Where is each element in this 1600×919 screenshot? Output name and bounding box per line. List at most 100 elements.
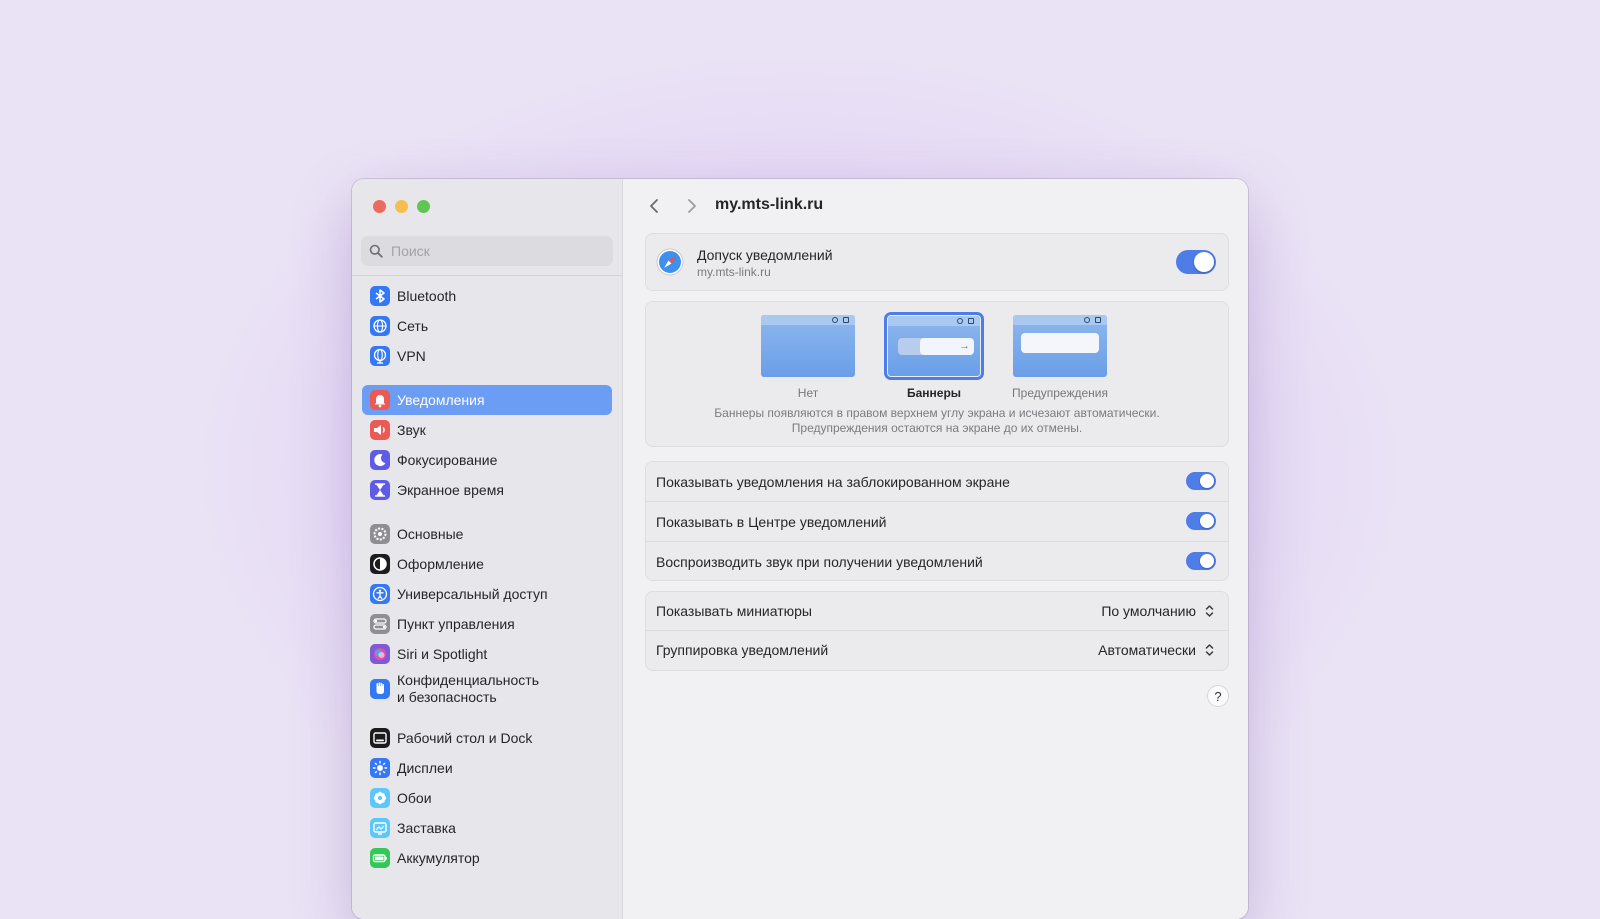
control-center-icon xyxy=(370,614,390,634)
sidebar-item[interactable]: Оформление xyxy=(362,549,612,579)
lock-screen-toggle[interactable] xyxy=(1186,472,1216,490)
style-option-alerts[interactable]: Предупреждения xyxy=(1010,312,1110,400)
sidebar-item[interactable]: Уведомления xyxy=(362,385,612,415)
toggle-label: Воспроизводить звук при получении уведом… xyxy=(656,553,983,570)
sidebar-item-label: VPN xyxy=(397,348,426,364)
play-sound-toggle[interactable] xyxy=(1186,552,1216,570)
globe-icon xyxy=(370,316,390,336)
sidebar-item[interactable]: Экранное время xyxy=(362,475,612,505)
sidebar-item[interactable]: VPN xyxy=(362,341,612,371)
alert-style-card: Нет → Баннеры Предупреждения Баннеры поя… xyxy=(645,301,1229,447)
style-label: Предупреждения xyxy=(1012,386,1108,400)
sidebar-item-label: Bluetooth xyxy=(397,288,457,304)
permission-card: Допуск уведомлений my.mts-link.ru xyxy=(645,233,1229,291)
siri-icon xyxy=(370,644,390,664)
hand-icon xyxy=(370,679,390,699)
screensaver-icon xyxy=(370,818,390,838)
sidebar-divider xyxy=(352,275,622,276)
select-label: Группировка уведомлений xyxy=(656,642,829,658)
grouping-select[interactable]: Автоматически xyxy=(1098,642,1216,658)
search-input[interactable] xyxy=(389,242,593,260)
sidebar-item[interactable]: Аккумулятор xyxy=(362,843,612,873)
toggle-row-lock-screen: Показывать уведомления на заблокированно… xyxy=(646,462,1228,502)
sidebar-item-label: Заставка xyxy=(397,820,456,836)
page-title: my.mts-link.ru xyxy=(715,196,824,213)
sidebar-item[interactable]: Bluetooth xyxy=(362,281,612,311)
sidebar-item[interactable]: Звук xyxy=(362,415,612,445)
sidebar-item[interactable]: Универсальный доступ xyxy=(362,579,612,609)
search-box[interactable] xyxy=(361,236,613,266)
bell-icon xyxy=(370,390,390,410)
up-down-chevron-icon xyxy=(1202,603,1216,619)
style-label: Баннеры xyxy=(906,386,962,400)
allow-notifications-toggle[interactable] xyxy=(1176,250,1216,274)
sidebar-list: Bluetooth Сеть VPN Уведомления Звук Фокусиров… xyxy=(362,281,612,873)
select-row-previews: Показывать миниатюры По умолчанию xyxy=(646,592,1228,631)
previews-select[interactable]: По умолчанию xyxy=(1101,603,1216,619)
toggle-row-sound: Воспроизводить звук при получении уведом… xyxy=(646,542,1228,581)
select-row-grouping: Группировка уведомлений Автоматически xyxy=(646,631,1228,669)
sidebar-item[interactable]: Заставка xyxy=(362,813,612,843)
sidebar: Bluetooth Сеть VPN Уведомления Звук Фокусиров… xyxy=(352,179,623,919)
sidebar-item[interactable]: Конфиденциальность и безопасность xyxy=(362,669,612,709)
zoom-window-button[interactable] xyxy=(417,200,430,213)
flower-icon xyxy=(370,788,390,808)
minimize-window-button[interactable] xyxy=(395,200,408,213)
sidebar-item-label: Обои xyxy=(397,790,432,806)
sidebar-item[interactable]: Фокусирование xyxy=(362,445,612,475)
gear-icon xyxy=(370,524,390,544)
close-window-button[interactable] xyxy=(373,200,386,213)
permission-title: Допуск уведомлений xyxy=(697,247,833,263)
sidebar-item-label: Звук xyxy=(397,422,426,438)
sidebar-item-label: Аккумулятор xyxy=(397,850,480,866)
bluetooth-icon xyxy=(370,286,390,306)
style-option-banners[interactable]: → Баннеры xyxy=(884,312,984,400)
sidebar-item[interactable]: Рабочий стол и Dock xyxy=(362,723,612,753)
main-pane: my.mts-link.ru Допуск уведомлений my.mts… xyxy=(623,179,1248,919)
sidebar-item[interactable]: Сеть xyxy=(362,311,612,341)
notification-toggles-card: Показывать уведомления на заблокированно… xyxy=(645,461,1229,581)
sidebar-item-label: Siri и Spotlight xyxy=(397,646,488,662)
vpn-globe-icon xyxy=(370,346,390,366)
sidebar-item-label: Дисплеи xyxy=(397,760,453,776)
select-label: Показывать миниатюры xyxy=(656,603,812,619)
permission-subtitle: my.mts-link.ru xyxy=(697,265,771,279)
style-label: Нет xyxy=(797,386,819,400)
notification-options-card: Показывать миниатюры По умолчанию Группи… xyxy=(645,591,1229,671)
sidebar-item-label: Конфиденциальность и безопасность xyxy=(397,672,540,705)
appearance-icon xyxy=(370,554,390,574)
back-button[interactable] xyxy=(643,194,665,218)
notification-center-toggle[interactable] xyxy=(1186,512,1216,530)
help-button[interactable]: ? xyxy=(1207,685,1229,707)
sidebar-item-label: Уведомления xyxy=(397,392,485,408)
settings-window: Bluetooth Сеть VPN Уведомления Звук Фокусиров… xyxy=(352,179,1248,919)
search-icon xyxy=(369,244,383,258)
up-down-chevron-icon xyxy=(1202,642,1216,658)
sidebar-item-label: Рабочий стол и Dock xyxy=(397,730,533,746)
style-option-none[interactable]: Нет xyxy=(758,312,858,400)
sidebar-item[interactable]: Пункт управления xyxy=(362,609,612,639)
hourglass-icon xyxy=(370,480,390,500)
dock-icon xyxy=(370,728,390,748)
toggle-label: Показывать уведомления на заблокированно… xyxy=(656,473,1010,490)
sidebar-item-label: Сеть xyxy=(397,318,429,334)
chevron-left-icon xyxy=(650,199,658,213)
sidebar-item[interactable]: Siri и Spotlight xyxy=(362,639,612,669)
arrow-right-icon: → xyxy=(959,340,970,352)
toggle-label: Показывать в Центре уведомлений xyxy=(656,513,887,530)
sidebar-item[interactable]: Основные xyxy=(362,519,612,549)
safari-icon xyxy=(656,248,684,281)
sidebar-item[interactable]: Обои xyxy=(362,783,612,813)
toggle-row-notification-center: Показывать в Центре уведомлений xyxy=(646,502,1228,542)
sidebar-item-label: Оформление xyxy=(397,556,484,572)
speaker-icon xyxy=(370,420,390,440)
sidebar-item[interactable]: Дисплеи xyxy=(362,753,612,783)
sun-icon xyxy=(370,758,390,778)
chevron-right-icon xyxy=(688,199,696,213)
forward-button[interactable] xyxy=(681,194,703,218)
style-thumbnail: → xyxy=(884,312,984,380)
moon-icon xyxy=(370,450,390,470)
